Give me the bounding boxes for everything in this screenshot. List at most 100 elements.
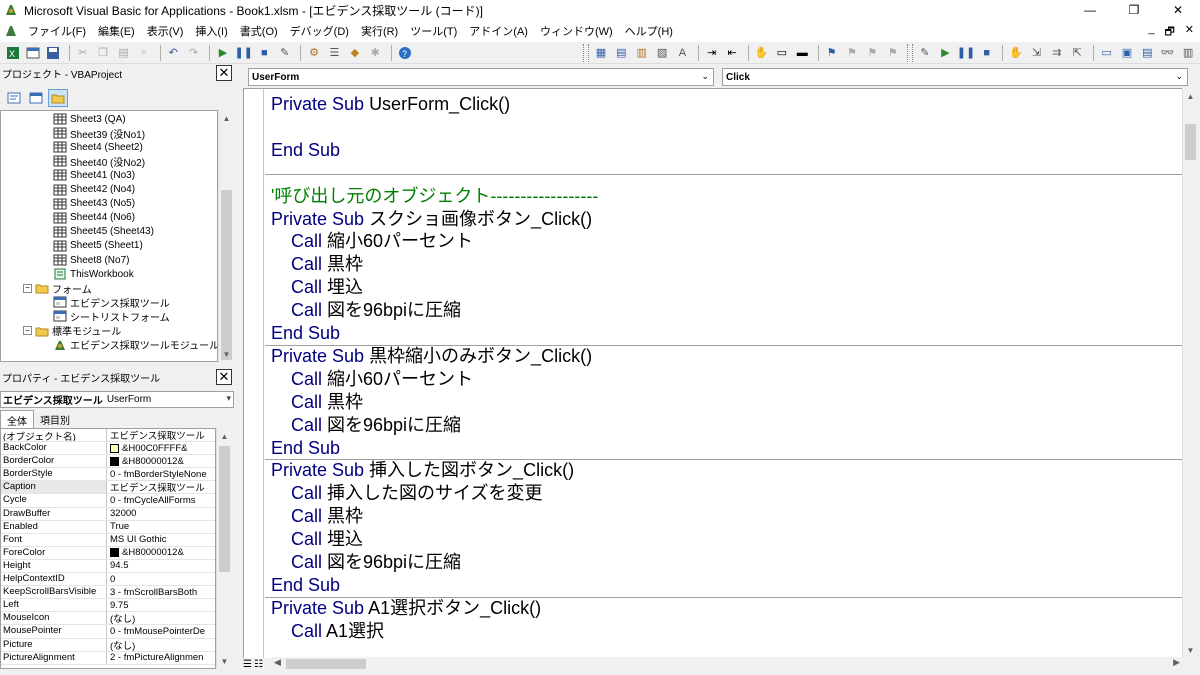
code-line[interactable]: Private Sub A1選択ボタン_Click() <box>271 597 541 620</box>
quick-watch-icon[interactable]: 👓 <box>1159 44 1176 62</box>
menu-view[interactable]: 表示(V) <box>141 23 190 39</box>
procedure-combo[interactable]: Click ⌄ <box>722 68 1188 86</box>
full-module-view-icon[interactable]: ☷ <box>254 659 263 670</box>
outdent-icon[interactable]: ⇤ <box>723 44 740 62</box>
property-row[interactable]: Cycle 0 - fmCycleAllForms <box>1 494 215 508</box>
menu-file[interactable]: ファイル(F) <box>22 23 92 39</box>
mdi-child-icon[interactable] <box>0 24 22 38</box>
code-line[interactable]: Call 縮小60パーセント <box>271 230 473 253</box>
properties-object-select[interactable]: エビデンス採取ツール UserForm ▾ <box>0 391 234 408</box>
menu-addins[interactable]: アドイン(A) <box>463 23 534 39</box>
code-line[interactable]: End Sub <box>271 437 340 460</box>
tree-item[interactable]: ThisWorkbook <box>53 267 134 281</box>
save-icon[interactable] <box>45 44 62 62</box>
menu-run[interactable]: 実行(R) <box>355 23 404 39</box>
toggle-folders-icon[interactable] <box>48 89 68 107</box>
code-line[interactable]: Call 挿入した図のサイズを変更 <box>271 482 542 505</box>
menu-window[interactable]: ウィンドウ(W) <box>534 23 619 39</box>
tree-item[interactable]: Sheet40 (没No2) <box>53 154 145 169</box>
immediate-window-icon[interactable]: ▣ <box>1118 44 1135 62</box>
property-value[interactable]: 0 - fmBorderStyleNone <box>107 468 215 480</box>
code-line[interactable]: End Sub <box>271 322 340 345</box>
uncomment-block-icon[interactable]: ▬ <box>794 44 811 62</box>
tree-item[interactable]: Sheet4 (Sheet2) <box>53 140 143 154</box>
mdi-restore-button[interactable]: 🗗 <box>1164 23 1174 42</box>
property-value[interactable]: MS UI Gothic <box>107 534 215 546</box>
step-into-icon[interactable]: ⇲ <box>1028 44 1045 62</box>
tree-item[interactable]: Sheet45 (Sheet43) <box>53 225 154 239</box>
properties-grid[interactable]: (オブジェクト名) エビデンス採取ツール BackColor &H00C0FFFF& B… <box>0 428 216 669</box>
toolbar-grip-2[interactable] <box>907 43 914 62</box>
insert-userform-icon[interactable] <box>24 44 41 62</box>
quick-info-icon[interactable]: ▥ <box>633 44 650 62</box>
mdi-close-button[interactable]: ✕ <box>1185 23 1194 42</box>
code-margin-indicator-bar[interactable] <box>244 89 264 658</box>
tab-categorized[interactable]: 項目別 <box>34 410 76 428</box>
project-tree[interactable]: Sheet3 (QA) Sheet39 (没No1) Sheet4 (Sheet2)… <box>0 110 218 362</box>
minimize-button[interactable]: — <box>1068 0 1112 20</box>
pane-splitter[interactable] <box>236 64 242 675</box>
property-value[interactable]: 0 - fmCycleAllForms <box>107 494 215 506</box>
tree-item[interactable]: エビデンス採取ツール <box>53 295 170 310</box>
code-line[interactable]: Private Sub UserForm_Click() <box>271 93 510 116</box>
code-line[interactable]: End Sub <box>271 139 340 162</box>
code-line[interactable]: Call 埋込 <box>271 528 363 551</box>
property-value[interactable]: 3 - fmScrollBarsBoth <box>107 586 215 598</box>
code-line[interactable]: Call 図を96bpiに圧縮 <box>271 299 461 322</box>
design-mode-icon[interactable]: ✎ <box>276 44 293 62</box>
property-value[interactable]: &H80000012& <box>107 455 215 467</box>
tree-item[interactable]: エビデンス採取ツールモジュール <box>53 338 217 352</box>
list-constants-icon[interactable]: ▤ <box>613 44 630 62</box>
call-stack-icon[interactable]: ▥ <box>1179 44 1196 62</box>
run-2-icon[interactable]: ▶ <box>937 44 954 62</box>
next-bookmark-icon[interactable]: ⚑ <box>843 44 860 62</box>
property-row[interactable]: BackColor &H00C0FFFF& <box>1 442 215 456</box>
menu-edit[interactable]: 編集(E) <box>92 23 141 39</box>
tree-expander-icon[interactable]: − <box>23 326 32 335</box>
menu-debug[interactable]: デバッグ(D) <box>284 23 355 39</box>
code-line[interactable]: Call 黒枠 <box>271 391 363 414</box>
project-panel-close-button[interactable]: ✕ <box>216 65 232 81</box>
code-vertical-scrollbar[interactable]: ▲ ▼ <box>1182 88 1198 658</box>
property-value[interactable]: 0 - fmMousePointerDe <box>107 625 215 637</box>
excel-view-icon[interactable]: X <box>4 44 21 62</box>
toolbox-icon[interactable]: ✱ <box>367 44 384 62</box>
cut-icon[interactable]: ✂ <box>74 44 91 62</box>
project-explorer-icon[interactable]: ⚙ <box>305 44 322 62</box>
code-line[interactable]: Private Sub 挿入した図ボタン_Click() <box>271 459 574 482</box>
step-over-icon[interactable]: ⇉ <box>1048 44 1065 62</box>
design-mode-2-icon[interactable]: ✎ <box>916 44 933 62</box>
code-comment-line[interactable]: '呼び出し元のオブジェクト------------------ <box>271 185 598 208</box>
restore-button[interactable]: ❐ <box>1112 0 1156 20</box>
tree-item[interactable]: Sheet3 (QA) <box>53 112 126 126</box>
property-value[interactable]: 2 - fmPictureAlignmen <box>107 652 215 664</box>
property-row[interactable]: ForeColor &H80000012& <box>1 546 215 560</box>
run-icon[interactable]: ▶ <box>214 44 231 62</box>
tree-item[interactable]: Sheet44 (No6) <box>53 211 135 225</box>
break-2-icon[interactable]: ❚❚ <box>957 44 975 62</box>
property-row[interactable]: (オブジェクト名) エビデンス採取ツール <box>1 429 215 443</box>
locals-window-icon[interactable]: ▭ <box>1098 44 1115 62</box>
property-row[interactable]: Height 94.5 <box>1 559 215 574</box>
code-line[interactable]: Private Sub スクショ画像ボタン_Click() <box>271 208 592 231</box>
tab-alphabetic[interactable]: 全体 <box>0 410 34 428</box>
property-row[interactable]: Picture (なし) <box>1 638 215 652</box>
close-button[interactable]: ✕ <box>1156 0 1200 20</box>
property-value[interactable]: &H80000012& <box>107 547 215 559</box>
code-line[interactable]: Call 黒枠 <box>271 253 363 276</box>
tree-item[interactable]: Sheet39 (没No1) <box>53 126 145 141</box>
object-browser-icon[interactable]: ◆ <box>346 44 363 62</box>
code-line[interactable]: Private Sub 黒枠縮小のみボタン_Click() <box>271 345 592 368</box>
properties-window-icon[interactable]: ☰ <box>326 44 343 62</box>
property-value[interactable]: (なし) <box>107 639 215 651</box>
tree-item[interactable]: − フォーム <box>23 281 92 296</box>
property-row[interactable]: Left 9.75 <box>1 599 215 613</box>
property-value[interactable]: 94.5 <box>107 560 215 572</box>
property-value[interactable]: (なし) <box>107 612 215 624</box>
toggle-breakpoint-icon[interactable]: ✋ <box>753 44 770 62</box>
redo-icon[interactable]: ↷ <box>185 44 202 62</box>
indent-icon[interactable]: ⇥ <box>703 44 720 62</box>
object-combo[interactable]: UserForm ⌄ <box>248 68 714 86</box>
procedure-view-icon[interactable]: ☰ <box>243 659 252 670</box>
undo-icon[interactable]: ↶ <box>165 44 182 62</box>
